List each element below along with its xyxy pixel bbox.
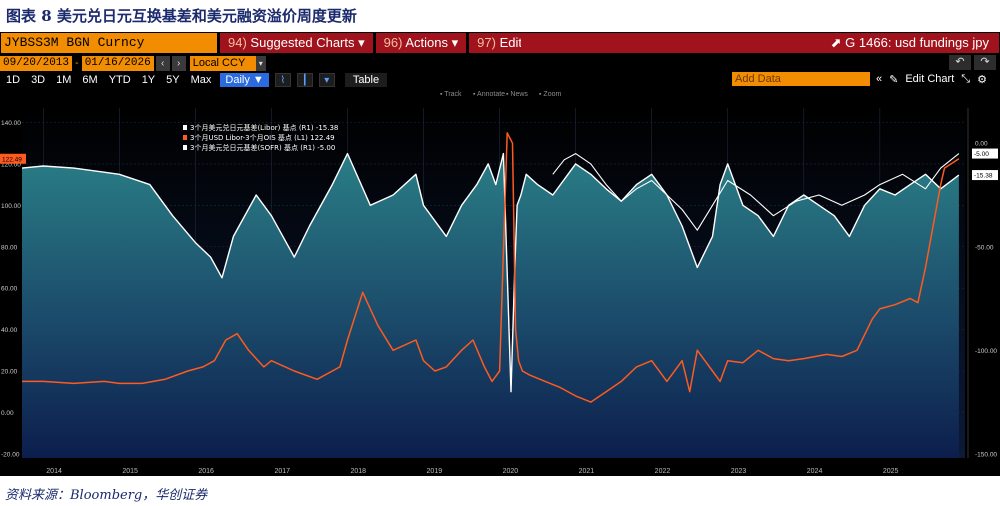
date-separator: - xyxy=(75,57,79,69)
right-tick-label: 0.00 xyxy=(975,141,988,148)
legend-entry-libor[interactable]: 3个月美元兑日元基差(Libor) 基点 (R1) -15.38 xyxy=(190,123,338,132)
chart-area[interactable]: ▪ Track▪ Annotate▪ News▪ Zoom 2013201420… xyxy=(0,88,1000,476)
left-tick-label: 20.00 xyxy=(1,369,18,376)
news-tool[interactable]: ▪ News xyxy=(506,91,528,98)
undo-redo-group: ↶ ↷ xyxy=(946,55,996,70)
left-tick-label: 60.00 xyxy=(1,286,18,293)
source-note: 资料来源：Bloomberg，华创证券 xyxy=(5,488,208,503)
date-range-bar: 09/20/2013 - 01/16/2026 ‹ › Local CCY ▾ xyxy=(0,55,1000,71)
chevron-down-icon: ▾ xyxy=(451,35,459,50)
chevron-down-icon: ▼ xyxy=(252,73,264,86)
legend-entry-ois[interactable]: 3个月USD Libor-3个月OIS 基点 (L1) 122.49 xyxy=(190,133,335,142)
chevron-right-icon[interactable]: › xyxy=(171,55,186,71)
add-data-input[interactable]: Add Data xyxy=(732,72,870,86)
annotate-tool[interactable]: ▪ Annotate xyxy=(473,91,505,98)
right-tick-label: -100.00 xyxy=(975,348,997,355)
legend-group: 3个月美元兑日元基差(Libor) 基点 (R1) -15.383个月USD L… xyxy=(183,123,338,152)
collapse-icon[interactable]: « xyxy=(876,73,882,85)
frequency-label: Daily xyxy=(225,73,250,86)
suggested-charts-button[interactable]: 94) Suggested Charts ▾ xyxy=(220,33,373,53)
left-tick-label: 140.00 xyxy=(1,120,21,127)
bloomberg-terminal-window: JYBSS3M BGN Curncy 94) Suggested Charts … xyxy=(0,32,1000,476)
pencil-icon[interactable]: ✎ xyxy=(889,73,898,86)
period-3d[interactable]: 3D xyxy=(31,74,45,86)
line-chart-icon[interactable]: ⌇ xyxy=(274,72,291,87)
edit-number: 97) xyxy=(477,35,496,50)
left-tick-label: 0.00 xyxy=(1,410,14,417)
right-tools: « ✎ Edit Chart ⤡ ⚙ xyxy=(876,72,994,86)
right-tick-label: -150.00 xyxy=(975,451,997,458)
frequency-select[interactable]: Daily ▼ xyxy=(220,72,269,87)
x-tick-label: 2014 xyxy=(46,468,62,475)
x-tick-label: 2015 xyxy=(122,468,138,475)
zoom-tool[interactable]: ▪ Zoom xyxy=(539,91,561,98)
left-tick-label: -20.00 xyxy=(1,451,20,458)
gear-icon[interactable]: ⚙ xyxy=(977,73,987,86)
chart-title: G 1466: usd fundings jpy xyxy=(845,35,989,50)
x-tick-label: 2017 xyxy=(274,468,290,475)
undo-icon[interactable]: ↶ xyxy=(949,55,971,70)
left-tick-label: 80.00 xyxy=(1,244,18,251)
chart-title-bar[interactable]: ⬈ G 1466: usd fundings jpy xyxy=(521,33,999,53)
x-tick-label: 2016 xyxy=(198,468,214,475)
legend-entry-sofr-swatch xyxy=(183,145,187,150)
libor-last-value-tag: -15.38 xyxy=(974,173,993,180)
bar-chart-icon[interactable]: ┃ xyxy=(296,72,313,87)
sofr-last-value-tag: -5.00 xyxy=(974,151,989,158)
x-tick-label: 2018 xyxy=(350,468,366,475)
top-toolbar: JYBSS3M BGN Curncy 94) Suggested Charts … xyxy=(0,32,1000,54)
end-date-input[interactable]: 01/16/2026 xyxy=(81,55,154,71)
x-tick-label: 2022 xyxy=(655,468,671,475)
suggested-charts-label: Suggested Charts xyxy=(250,35,355,50)
table-button[interactable]: Table xyxy=(344,72,388,87)
period-ytd[interactable]: YTD xyxy=(109,74,131,86)
x-tick-label: 2021 xyxy=(579,468,595,475)
track-tool[interactable]: ▪ Track xyxy=(440,91,462,98)
resize-icon[interactable]: ⤡ xyxy=(961,73,970,86)
chart-tools-group: ▪ Track ▪ Annotate ▪ News ▪ Zoom xyxy=(440,91,561,98)
period-5y[interactable]: 5Y xyxy=(166,74,179,86)
actions-number: 96) xyxy=(383,35,403,50)
legend-entry-sofr[interactable]: 3个月美元兑日元基差(SOFR) 基点 (R1) -5.00 xyxy=(190,143,335,152)
legend-entry-libor-swatch xyxy=(183,125,187,130)
x-tick-label: 2023 xyxy=(731,468,747,475)
right-tick-label: -50.00 xyxy=(975,244,994,251)
chevron-down-icon[interactable]: ▾ xyxy=(255,55,266,71)
figure-caption: 图表 8 美元兑日元互换基差和美元融资溢价周度更新 xyxy=(0,0,1000,32)
left-tick-label: 40.00 xyxy=(1,327,18,334)
ois-last-value-tag: 122.49 xyxy=(2,156,22,163)
period-1y[interactable]: 1Y xyxy=(142,74,155,86)
left-tick-label: 100.00 xyxy=(1,203,21,210)
ticker-field[interactable]: JYBSS3M BGN Curncy xyxy=(1,33,217,53)
external-link-icon[interactable]: ⬈ xyxy=(831,35,842,50)
period-max[interactable]: Max xyxy=(191,74,212,86)
actions-label: Actions xyxy=(405,35,448,50)
suggested-charts-number: 94) xyxy=(228,35,247,50)
redo-icon[interactable]: ↷ xyxy=(974,55,996,70)
x-tick-label: 2024 xyxy=(807,468,823,475)
period-6m[interactable]: 6M xyxy=(82,74,97,86)
edit-chart-button[interactable]: Edit Chart xyxy=(905,73,954,85)
currency-select[interactable]: Local CCY xyxy=(189,55,256,71)
edit-label: Edit xyxy=(499,35,522,50)
period-1d[interactable]: 1D xyxy=(6,74,20,86)
chevron-left-icon[interactable]: ‹ xyxy=(155,55,170,71)
period-1m[interactable]: 1M xyxy=(56,74,71,86)
actions-button[interactable]: 96) Actions ▾ xyxy=(375,33,467,53)
chevron-down-icon: ▾ xyxy=(358,35,365,50)
x-tick-label: 2025 xyxy=(883,468,899,475)
x-tick-label: 2020 xyxy=(503,468,519,475)
start-date-input[interactable]: 09/20/2013 xyxy=(0,55,73,71)
x-tick-label: 2019 xyxy=(427,468,443,475)
chevron-down-icon[interactable]: ▾ xyxy=(318,72,335,87)
legend-entry-ois-swatch xyxy=(183,135,187,140)
